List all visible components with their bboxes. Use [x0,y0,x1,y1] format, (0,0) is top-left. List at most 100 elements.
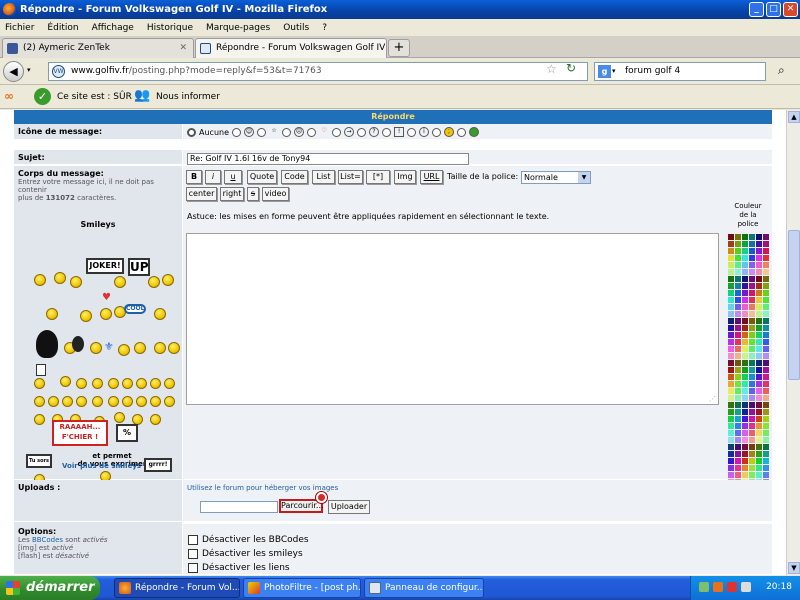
smiley-sign-icon[interactable]: % [116,424,138,442]
color-swatch[interactable] [756,472,762,478]
color-swatch[interactable] [763,416,769,422]
close-button[interactable]: ✕ [783,2,798,17]
color-swatch[interactable] [749,367,755,373]
color-swatch[interactable] [742,304,748,310]
strike-button[interactable]: s [247,187,259,201]
icon-radio[interactable] [407,127,417,137]
scroll-down-icon[interactable]: ▼ [788,562,800,574]
color-swatch[interactable] [756,269,762,275]
color-swatch[interactable] [728,472,734,478]
search-input[interactable]: g ▾ forum golf 4 [594,62,766,81]
color-swatch[interactable] [728,381,734,387]
color-swatch[interactable] [735,248,741,254]
color-swatch[interactable] [742,381,748,387]
task-firefox[interactable]: Répondre - Forum Vol... [114,578,240,598]
color-swatch[interactable] [749,395,755,401]
color-swatch[interactable] [742,465,748,471]
volume-icon[interactable] [741,582,751,592]
color-swatch[interactable] [728,409,734,415]
color-swatch[interactable] [763,297,769,303]
icon-radio[interactable] [257,127,267,137]
color-swatch[interactable] [756,241,762,247]
checkbox[interactable] [188,549,198,559]
color-swatch[interactable] [756,318,762,324]
color-swatch[interactable] [763,248,769,254]
list-button[interactable]: List [312,170,335,184]
smiley-icon[interactable] [150,396,161,407]
color-swatch[interactable] [763,339,769,345]
smiley-icon[interactable] [148,276,160,288]
color-swatch[interactable] [728,262,734,268]
color-swatch[interactable] [763,395,769,401]
color-swatch[interactable] [742,269,748,275]
menu-help[interactable]: ? [322,23,327,33]
color-swatch[interactable] [728,318,734,324]
color-swatch[interactable] [763,332,769,338]
color-swatch[interactable] [749,318,755,324]
color-swatch[interactable] [763,430,769,436]
bookmark-star-icon[interactable]: ☆ [546,62,557,76]
checkbox[interactable] [188,563,198,573]
color-swatch[interactable] [735,430,741,436]
maximize-button[interactable]: □ [766,2,781,17]
color-swatch[interactable] [756,402,762,408]
history-dropdown-icon[interactable]: ▾ [27,66,31,74]
color-swatch[interactable] [763,360,769,366]
color-swatch[interactable] [763,290,769,296]
smiley-icon[interactable] [92,396,103,407]
icon-radio[interactable] [432,127,442,137]
color-swatch[interactable] [742,416,748,422]
color-swatch[interactable] [728,367,734,373]
color-swatch[interactable] [756,262,762,268]
color-swatch[interactable] [749,444,755,450]
smiley-raaah-sign[interactable]: RAAAAH... F'CHIER ! [52,420,108,446]
icon-radio[interactable] [282,127,292,137]
color-swatch[interactable] [728,360,734,366]
infinity-icon[interactable]: ∞ [4,89,14,103]
icon-radio[interactable] [357,127,367,137]
color-swatch[interactable] [742,234,748,240]
color-swatch[interactable] [763,311,769,317]
color-swatch[interactable] [749,416,755,422]
italic-button[interactable]: i [205,170,221,184]
menu-fichier[interactable]: Fichier [5,23,34,33]
color-swatch[interactable] [763,262,769,268]
icon-radio-none[interactable] [187,127,196,137]
color-swatch[interactable] [756,311,762,317]
bbcodes-link[interactable]: BBCodes [32,536,63,544]
underline-button[interactable]: u [224,170,242,184]
menu-historique[interactable]: Historique [147,23,193,33]
color-swatch[interactable] [735,290,741,296]
color-swatch[interactable] [728,255,734,261]
color-swatch[interactable] [763,374,769,380]
color-swatch[interactable] [749,241,755,247]
bold-button[interactable]: B [186,170,202,184]
color-swatch[interactable] [749,437,755,443]
color-swatch[interactable] [756,388,762,394]
color-swatch[interactable] [749,311,755,317]
color-swatch[interactable] [749,381,755,387]
color-swatch[interactable] [742,430,748,436]
color-swatch[interactable] [749,402,755,408]
color-swatch[interactable] [756,339,762,345]
color-swatch[interactable] [742,297,748,303]
color-swatch[interactable] [728,325,734,331]
color-swatch[interactable] [756,430,762,436]
color-swatch[interactable] [749,353,755,359]
color-swatch[interactable] [763,423,769,429]
color-swatch[interactable] [763,465,769,471]
color-swatch[interactable] [742,367,748,373]
security-status[interactable]: Ce site est : SÛR [57,92,132,102]
smiley-icon[interactable] [164,396,175,407]
smiley-icon[interactable] [122,396,133,407]
resize-grip-icon[interactable]: ⋰ [709,395,716,403]
page-scrollbar[interactable]: ▲ ▼ [786,110,800,575]
smiley-icon[interactable] [154,342,166,354]
color-swatch[interactable] [756,325,762,331]
color-swatch[interactable] [728,458,734,464]
color-swatch[interactable] [763,367,769,373]
color-swatch[interactable] [735,437,741,443]
color-swatch[interactable] [742,458,748,464]
color-swatch[interactable] [763,388,769,394]
opt-disable-smileys[interactable]: Désactiver les smileys [188,549,303,559]
